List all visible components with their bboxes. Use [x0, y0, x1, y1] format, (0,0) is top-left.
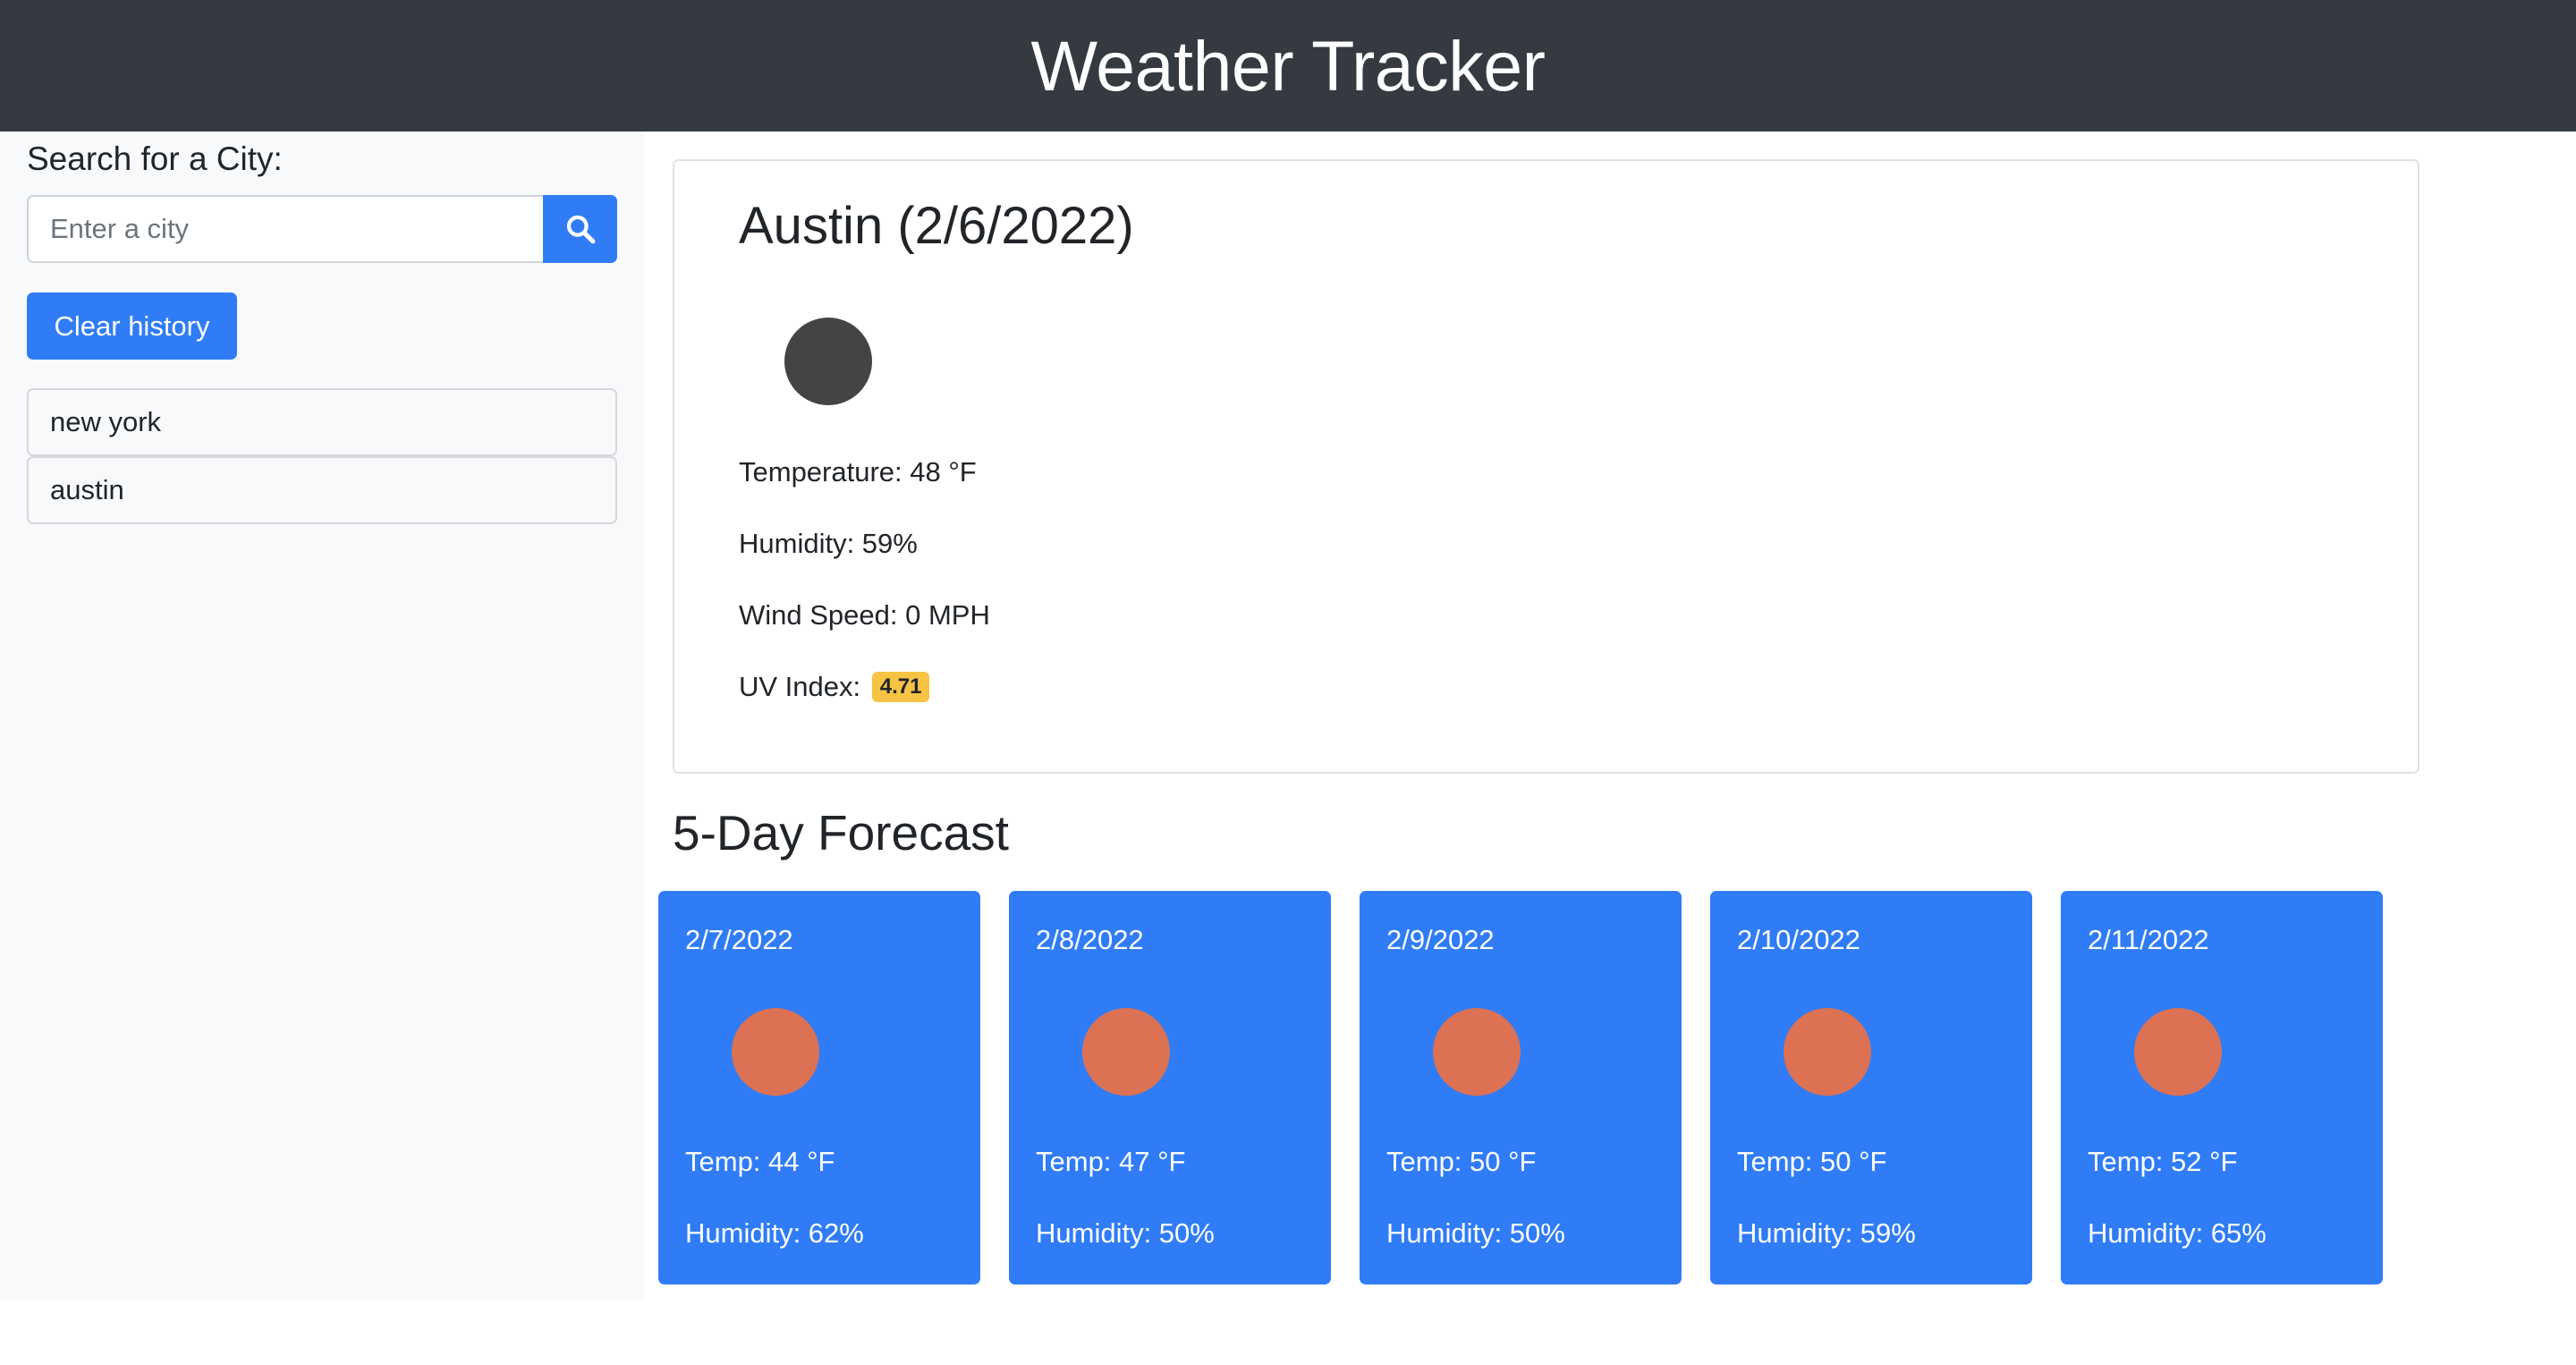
forecast-card: 2/9/2022 Temp: 50 °F Humidity: 50%: [1360, 891, 1682, 1284]
search-icon: [566, 215, 595, 244]
history-item-new-york[interactable]: new york: [27, 388, 617, 456]
forecast-card: 2/7/2022 Temp: 44 °F Humidity: 62%: [658, 891, 980, 1284]
history-item-austin[interactable]: austin: [27, 456, 617, 524]
forecast-humidity: Humidity: 50%: [1036, 1217, 1215, 1249]
search-form: [27, 195, 617, 263]
current-weather-card: Austin (2/6/2022) Temperature: 48 °F Hum…: [673, 159, 2419, 774]
forecast-title: 5-Day Forecast: [673, 805, 1009, 861]
current-humidity: Humidity: 59%: [739, 528, 918, 559]
weather-icon: [2134, 1008, 2222, 1096]
search-label: Search for a City:: [27, 140, 283, 177]
forecast-date: 2/9/2022: [1386, 924, 1495, 955]
forecast-card: 2/11/2022 Temp: 52 °F Humidity: 65%: [2061, 891, 2383, 1284]
weather-icon: [1784, 1008, 1871, 1096]
weather-icon: [1082, 1008, 1170, 1096]
forecast-humidity: Humidity: 50%: [1386, 1217, 1565, 1249]
current-uv-index: UV Index: 4.71: [739, 667, 930, 707]
forecast-humidity: Humidity: 59%: [1737, 1217, 1916, 1249]
current-city-title: Austin (2/6/2022): [739, 197, 1134, 255]
current-temperature: Temperature: 48 °F: [739, 456, 977, 488]
forecast-date: 2/10/2022: [1737, 924, 1860, 955]
uv-index-label: UV Index:: [739, 671, 861, 702]
forecast-humidity: Humidity: 65%: [2088, 1217, 2267, 1249]
forecast-temp: Temp: 44 °F: [685, 1146, 835, 1177]
forecast-temp: Temp: 50 °F: [1737, 1146, 1887, 1177]
forecast-date: 2/7/2022: [685, 924, 793, 955]
search-button[interactable]: [543, 195, 617, 263]
clear-history-button[interactable]: Clear history: [27, 292, 237, 360]
forecast-temp: Temp: 47 °F: [1036, 1146, 1186, 1177]
uv-index-badge: 4.71: [871, 672, 930, 702]
forecast-temp: Temp: 52 °F: [2088, 1146, 2238, 1177]
app-header: Weather Tracker: [0, 0, 2576, 131]
city-search-input[interactable]: [27, 195, 543, 263]
weather-icon: [784, 318, 872, 405]
forecast-card: 2/8/2022 Temp: 47 °F Humidity: 50%: [1009, 891, 1331, 1284]
forecast-date: 2/11/2022: [2088, 924, 2209, 955]
current-wind-speed: Wind Speed: 0 MPH: [739, 599, 990, 631]
forecast-card: 2/10/2022 Temp: 50 °F Humidity: 59%: [1710, 891, 2032, 1284]
weather-icon: [1433, 1008, 1521, 1096]
forecast-temp: Temp: 50 °F: [1386, 1146, 1537, 1177]
search-history-list: new york austin: [27, 388, 617, 524]
app-title: Weather Tracker: [1030, 25, 1546, 106]
weather-icon: [732, 1008, 819, 1096]
forecast-date: 2/8/2022: [1036, 924, 1144, 955]
forecast-humidity: Humidity: 62%: [685, 1217, 864, 1249]
